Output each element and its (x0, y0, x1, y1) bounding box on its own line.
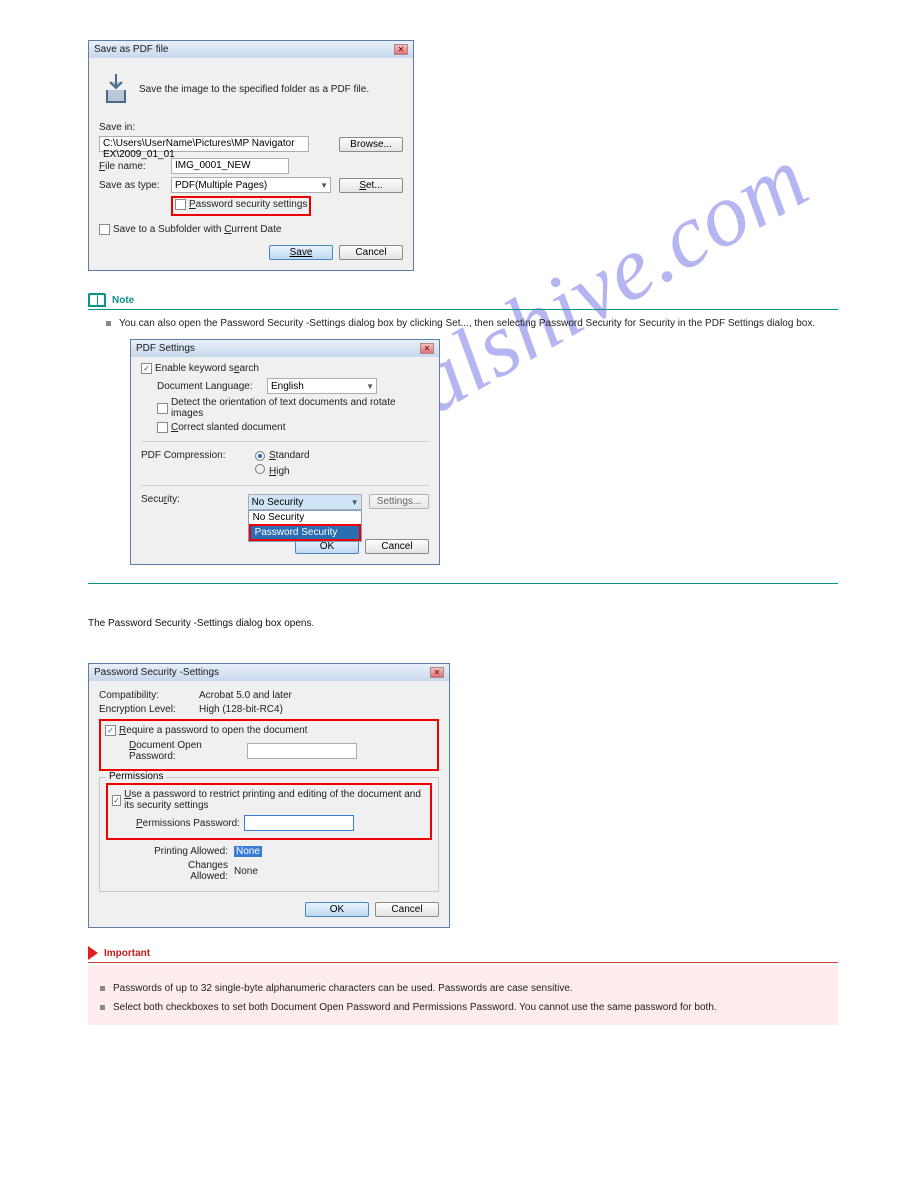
save-in-input[interactable]: C:\Users\UserName\Pictures\MP Navigator … (99, 136, 309, 152)
cancel-button[interactable]: Cancel (375, 902, 439, 917)
save-button[interactable]: Save (269, 245, 333, 260)
dialog-title: Password Security -Settings (94, 667, 219, 678)
important-item: Select both checkboxes to set both Docum… (100, 1002, 826, 1013)
close-icon[interactable]: ✕ (394, 44, 408, 55)
save-as-type-label: Save as type: (99, 180, 171, 191)
bullet-icon (106, 321, 111, 326)
cancel-button[interactable]: Cancel (365, 539, 429, 554)
doc-language-value: English (271, 381, 304, 392)
save-as-type-value: PDF(Multiple Pages) (175, 180, 267, 191)
important-title: Important (104, 948, 150, 959)
highlight-password-security: Password security settings (171, 196, 311, 216)
password-security-checkbox[interactable]: Password security settings (175, 199, 307, 210)
dialog-title: Save as PDF file (94, 44, 168, 55)
note-text: You can also open the Password Security … (119, 318, 815, 329)
set-button[interactable]: Set... (339, 178, 403, 193)
use-permissions-password-checkbox[interactable]: ✓ Use a password to restrict printing an… (112, 789, 426, 811)
security-label: Security: (141, 494, 248, 505)
note-title: Note (112, 295, 134, 306)
file-name-label: File name: (99, 161, 171, 172)
detect-orientation-checkbox[interactable]: Detect the orientation of text documents… (157, 397, 429, 419)
correct-slanted-checkbox[interactable]: Correct slanted document (157, 422, 286, 433)
important-section: Important Passwords of up to 32 single-b… (88, 946, 838, 1025)
subfolder-checkbox[interactable]: Save to a Subfolder with Current Date (99, 224, 281, 235)
divider (88, 583, 838, 584)
permissions-password-input[interactable] (244, 815, 354, 831)
save-in-label: Save in: (99, 122, 403, 133)
require-password-label: Require a password to open the document (119, 725, 307, 736)
compression-standard-radio[interactable]: Standard (255, 450, 310, 461)
save-as-pdf-dialog: Save as PDF file ✕ Save the image to the… (88, 40, 414, 271)
permissions-password-label: Permissions Password: (136, 818, 244, 829)
pdf-settings-dialog: PDF Settings ✕ ✓ Enable keyword search D… (130, 339, 440, 565)
dialog-titlebar: Password Security -Settings ✕ (89, 664, 449, 681)
highlight-permissions-password: ✓ Use a password to restrict printing an… (106, 783, 432, 840)
save-as-type-select[interactable]: PDF(Multiple Pages) ▼ (171, 177, 331, 193)
compression-label: PDF Compression: (141, 450, 255, 461)
permissions-fieldset: Permissions ✓ Use a password to restrict… (99, 777, 439, 892)
bullet-icon (100, 986, 105, 991)
bullet-icon (100, 1005, 105, 1010)
close-icon[interactable]: ✕ (430, 667, 444, 678)
doc-open-password-label: Document Open Password: (129, 740, 247, 762)
compatibility-label: Compatibility: (99, 690, 199, 701)
subfolder-label: Save to a Subfolder with Current Date (113, 224, 281, 235)
browse-button[interactable]: Browse... (339, 137, 403, 152)
require-password-checkbox[interactable]: ✓ Require a password to open the documen… (105, 725, 307, 736)
important-text: Select both checkboxes to set both Docum… (113, 1002, 717, 1013)
step-text: The Password Security -Settings dialog b… (88, 618, 838, 629)
encryption-level-value: High (128-bit-RC4) (199, 704, 283, 715)
compression-high-radio[interactable]: High (255, 464, 290, 477)
printing-allowed-label: Printing Allowed: (148, 846, 228, 857)
save-pdf-icon (101, 72, 131, 106)
compatibility-value: Acrobat 5.0 and later (199, 690, 292, 701)
settings-button: Settings... (369, 494, 429, 509)
chevron-down-icon: ▼ (320, 181, 328, 190)
doc-language-select[interactable]: English ▼ (267, 378, 377, 394)
chevron-down-icon: ▼ (366, 382, 374, 391)
important-text: Passwords of up to 32 single-byte alphan… (113, 983, 573, 994)
security-select[interactable]: No Security ▼ (248, 494, 362, 510)
dialog-titlebar: PDF Settings ✕ (131, 340, 439, 357)
chevron-down-icon: ▼ (351, 498, 359, 507)
window-control-group: ✕ (394, 44, 408, 55)
note-icon (88, 293, 106, 307)
security-dropdown: No Security Password Security (248, 510, 362, 542)
doc-open-password-input[interactable] (247, 743, 357, 759)
changes-allowed-value: None (234, 866, 258, 877)
doc-language-label: Document Language: (157, 381, 267, 392)
security-option-no-security[interactable]: No Security (249, 511, 361, 524)
enable-keyword-search-checkbox[interactable]: ✓ Enable keyword search (141, 363, 259, 374)
close-icon[interactable]: ✕ (420, 343, 434, 354)
dialog-title: PDF Settings (136, 343, 195, 354)
dialog-titlebar: Save as PDF file ✕ (89, 41, 413, 58)
changes-allowed-label: Changes Allowed: (148, 860, 228, 882)
encryption-level-label: Encryption Level: (99, 704, 199, 715)
file-name-input[interactable]: IMG_0001_NEW (171, 158, 289, 174)
dialog-description: Save the image to the specified folder a… (139, 84, 369, 95)
detect-orientation-label: Detect the orientation of text documents… (171, 397, 429, 419)
security-value: No Security (252, 497, 304, 508)
permissions-legend: Permissions (106, 771, 166, 782)
correct-slanted-label: Correct slanted document (171, 422, 286, 433)
security-option-password[interactable]: Password Security (251, 526, 359, 539)
password-security-settings-dialog: Password Security -Settings ✕ Compatibil… (88, 663, 450, 928)
password-security-label: Password security settings (189, 199, 307, 210)
cancel-button[interactable]: Cancel (339, 245, 403, 260)
use-permissions-label: Use a password to restrict printing and … (124, 789, 426, 811)
note-section: Note You can also open the Password Secu… (88, 293, 838, 329)
highlight-doc-open-password: ✓ Require a password to open the documen… (99, 719, 439, 771)
important-item: Passwords of up to 32 single-byte alphan… (100, 983, 826, 994)
ok-button[interactable]: OK (305, 902, 369, 917)
important-icon (88, 946, 98, 960)
enable-keyword-label: Enable keyword search (155, 363, 259, 374)
note-item: You can also open the Password Security … (106, 318, 838, 329)
printing-allowed-value: None (234, 846, 262, 857)
